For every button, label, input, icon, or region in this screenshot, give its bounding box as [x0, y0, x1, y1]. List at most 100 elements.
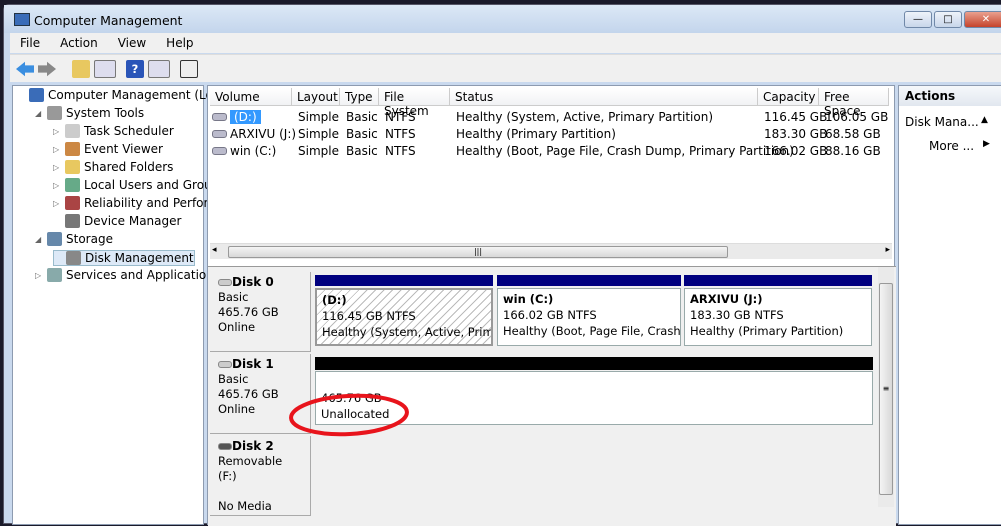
- vertical-scrollbar[interactable]: ≡: [878, 267, 894, 507]
- disk-state: No Media: [218, 499, 272, 513]
- node-icon: [47, 232, 62, 246]
- partition-size: 116.45 GB NTFS: [322, 309, 416, 323]
- action-more[interactable]: More ...: [929, 139, 974, 153]
- node-icon: [65, 142, 80, 156]
- node-icon: [66, 251, 81, 265]
- tree-item[interactable]: Computer Management (Local: [17, 88, 230, 102]
- table-cell: NTFS: [385, 110, 416, 124]
- tree-item[interactable]: Disk Management: [53, 250, 195, 266]
- menu-view[interactable]: View: [108, 33, 156, 53]
- expand-icon[interactable]: ◢: [35, 109, 43, 118]
- actions-header: Actions: [899, 86, 1001, 106]
- drive-icon: [212, 130, 227, 138]
- expand-icon[interactable]: ▷: [53, 163, 61, 172]
- tree-item[interactable]: ▷ Task Scheduler: [53, 124, 174, 138]
- primary-partition-bar: [684, 275, 872, 286]
- table-cell: NTFS: [385, 127, 416, 141]
- table-cell: 166.02 GB: [764, 144, 828, 158]
- node-icon: [47, 268, 62, 282]
- properties-icon[interactable]: [180, 60, 198, 78]
- tree-item[interactable]: ▷ Services and Applications: [35, 268, 220, 282]
- column-header[interactable]: Type: [340, 88, 379, 106]
- table-cell: (D:): [230, 110, 261, 124]
- maximize-button[interactable]: □: [934, 11, 962, 28]
- expand-icon[interactable]: ◢: [35, 235, 43, 244]
- tree-item[interactable]: ◢ System Tools: [35, 106, 144, 120]
- disk-type: Basic: [218, 290, 249, 304]
- drive-icon: [212, 113, 227, 121]
- table-cell: 106.05 GB: [825, 110, 889, 124]
- table-cell: 116.45 GB: [764, 110, 828, 124]
- column-header[interactable]: Status: [450, 88, 758, 106]
- tree-item-label: Storage: [66, 232, 113, 246]
- partition-block[interactable]: win (C:) 166.02 GB NTFS Healthy (Boot, Pag…: [497, 288, 681, 346]
- expand-icon[interactable]: ▷: [53, 181, 61, 190]
- tree-item-label: Task Scheduler: [84, 124, 174, 138]
- partition-block[interactable]: ARXIVU (J:) 183.30 GB NTFS Healthy (Primar…: [684, 288, 872, 346]
- disk-label[interactable]: Disk 2 Removable (F:) No Media: [210, 436, 311, 516]
- node-icon: [65, 214, 80, 228]
- expand-icon[interactable]: ▷: [53, 199, 61, 208]
- show-hide-tree-icon[interactable]: [94, 60, 116, 78]
- computer-management-window: Computer Management — □ ✕ File Action Vi…: [3, 4, 1001, 526]
- tree-item[interactable]: ◢ Storage: [35, 232, 113, 246]
- collapse-arrow-icon[interactable]: ▲: [981, 115, 988, 125]
- tree-item-label: System Tools: [66, 106, 145, 120]
- red-circle-annotation: [289, 393, 409, 437]
- table-cell: Simple: [298, 144, 339, 158]
- disk-type: Basic: [218, 372, 249, 386]
- toolbar: ?: [10, 54, 1001, 82]
- tree-item[interactable]: ▷ Shared Folders: [53, 160, 173, 174]
- forward-arrow-icon[interactable]: [38, 61, 56, 77]
- drive-icon: [212, 147, 227, 155]
- tree-item-label: Device Manager: [84, 214, 182, 228]
- table-cell: Basic: [346, 144, 378, 158]
- disk-icon: [218, 361, 232, 368]
- column-header[interactable]: Free Space: [819, 88, 889, 118]
- column-header[interactable]: Capacity: [758, 88, 819, 106]
- menu-action[interactable]: Action: [50, 33, 108, 53]
- scrollbar-thumb[interactable]: ≡: [879, 283, 893, 495]
- partition-block[interactable]: (D:) 116.45 GB NTFS Healthy (System, Activ…: [315, 288, 493, 346]
- up-folder-icon[interactable]: [72, 60, 90, 78]
- table-cell: Healthy (Primary Partition): [456, 127, 616, 141]
- tree-item[interactable]: ▷ Local Users and Groups: [53, 178, 226, 192]
- disk-state: Online: [218, 402, 256, 416]
- tree-item[interactable]: Device Manager: [53, 214, 181, 228]
- disk-label[interactable]: Disk 0 Basic 465.76 GB Online: [210, 272, 311, 352]
- close-button[interactable]: ✕: [964, 11, 1001, 28]
- disk-size: 465.76 GB: [218, 305, 279, 319]
- disk-type: Removable (F:): [218, 454, 283, 483]
- expand-icon[interactable]: ▷: [35, 271, 43, 280]
- expand-icon[interactable]: ▷: [53, 127, 61, 136]
- table-cell: Healthy (System, Active, Primary Partiti…: [456, 110, 714, 124]
- disk-name: Disk 2: [232, 439, 274, 453]
- help-icon[interactable]: ?: [126, 60, 144, 78]
- column-header[interactable]: Layout: [292, 88, 340, 106]
- tree-item-label: Event Viewer: [84, 142, 163, 156]
- menu-help[interactable]: Help: [156, 33, 203, 53]
- table-cell: ARXIVU (J:): [230, 127, 297, 141]
- partition-status: Healthy (Primary Partition): [690, 324, 844, 338]
- title-bar: Computer Management — □ ✕: [4, 5, 1001, 33]
- horizontal-scrollbar[interactable]: ◂ ||| ▸: [210, 243, 892, 259]
- column-header[interactable]: File System: [379, 88, 450, 118]
- scrollbar-thumb[interactable]: |||: [228, 246, 728, 258]
- action-disk-management[interactable]: Disk Mana...: [905, 115, 979, 129]
- computer-management-icon: [14, 13, 30, 26]
- table-cell: 88.16 GB: [825, 144, 881, 158]
- tree-item[interactable]: ▷ Reliability and Performa: [53, 196, 227, 210]
- disk-name: Disk 1: [232, 357, 274, 371]
- show-action-pane-icon[interactable]: [148, 60, 170, 78]
- back-arrow-icon[interactable]: [16, 61, 34, 77]
- column-header[interactable]: Volume: [210, 88, 292, 106]
- menu-file[interactable]: File: [10, 33, 50, 53]
- menu-bar: File Action View Help: [10, 33, 1001, 53]
- tree-item[interactable]: ▷ Event Viewer: [53, 142, 163, 156]
- node-icon: [65, 124, 80, 138]
- expand-icon[interactable]: ▷: [53, 145, 61, 154]
- primary-partition-bar: [315, 275, 493, 286]
- minimize-button[interactable]: —: [904, 11, 932, 28]
- tree-item-label: Shared Folders: [84, 160, 174, 174]
- table-cell: win (C:): [230, 144, 277, 158]
